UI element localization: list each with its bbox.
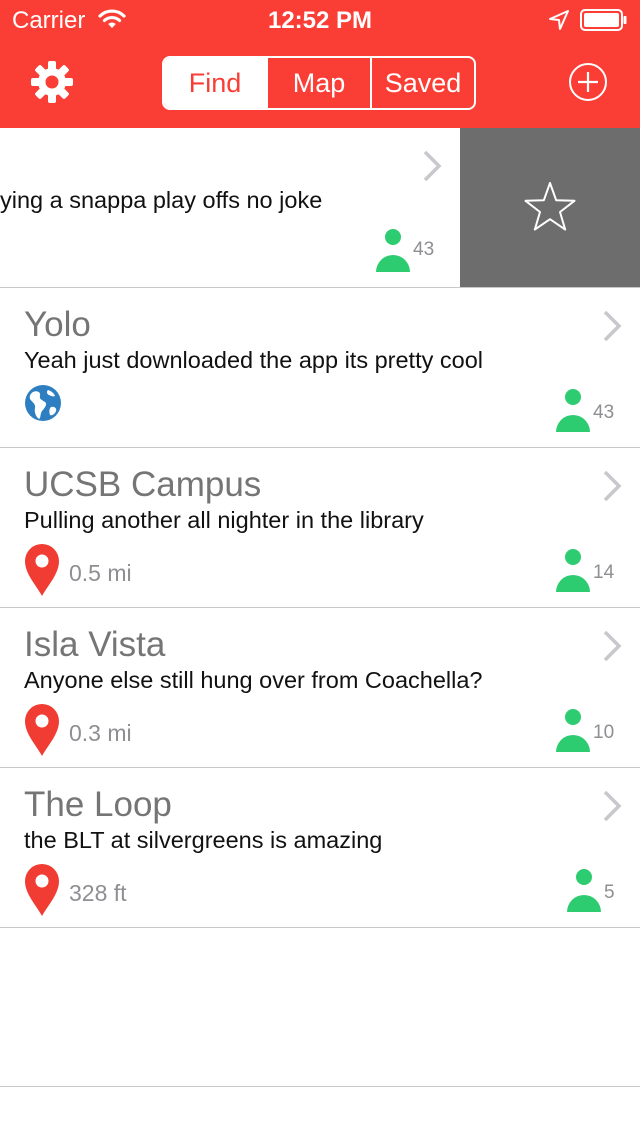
list-item[interactable]: UCSB Campus Pulling another all nighter … [0,448,640,608]
chevron-right-icon [603,310,622,342]
list-item[interactable]: Yolo Yeah just downloaded the app its pr… [0,288,640,448]
row-title: Yolo [24,305,91,344]
list-item[interactable]: The Loop the BLT at silvergreens is amaz… [0,768,640,928]
distance-label: 328 ft [69,880,127,906]
row-title: Isla Vista [24,625,166,664]
tab-map[interactable]: Map [266,58,370,108]
chevron-right-icon [603,630,622,662]
location-pin-icon [25,864,59,916]
tab-saved[interactable]: Saved [370,58,474,108]
row-message: Anyone else still hung over from Coachel… [24,667,483,693]
distance-label: 0.3 mi [69,720,132,746]
row-message: Yeah just downloaded the app its pretty … [24,347,484,373]
list-item[interactable]: Isla Vista Anyone else still hung over f… [0,608,640,768]
location-pin-icon [25,544,59,596]
member-count: 43 [593,402,615,423]
view-segmented-control: Find Map Saved [162,56,476,110]
battery-icon [580,9,627,31]
status-bar: Carrier 12:52 PM [0,0,640,40]
location-arrow-icon [549,10,569,30]
clock: 12:52 PM [267,7,373,34]
member-count: 14 [593,562,615,583]
app-header: Carrier 12:52 PM Find Map Saved [0,0,640,128]
row-message: Pulling another all nighter in the libra… [24,507,424,533]
list-item-swiped[interactable]: ying a snappa play offs no joke 43 [0,128,640,288]
globe-icon [25,385,61,421]
chevron-right-icon [603,470,622,502]
person-icon [376,229,410,272]
person-icon [567,869,601,912]
person-icon [556,709,590,752]
add-post-icon[interactable] [568,62,608,102]
member-count: 10 [593,722,615,743]
distance-label: 0.5 mi [69,560,132,586]
row-message: ying a snappa play offs no joke [0,187,323,213]
member-count: 5 [604,882,615,903]
row-title: UCSB Campus [24,465,262,504]
chevron-right-icon [603,790,622,822]
chevron-right-icon [423,150,442,182]
person-icon [556,389,590,432]
row-title: The Loop [24,785,172,824]
star-icon [524,182,576,231]
location-pin-icon [25,704,59,756]
tab-find[interactable]: Find [164,58,266,108]
settings-gear-icon[interactable] [30,60,74,104]
swiped-row-content: ying a snappa play offs no joke 43 [0,128,460,287]
save-star-button[interactable] [460,128,640,287]
feed-list: ying a snappa play offs no joke 43 Yolo … [0,128,640,928]
bottom-divider [0,1086,640,1087]
member-count: 43 [413,239,435,260]
person-icon [556,549,590,592]
row-message: the BLT at silvergreens is amazing [24,827,383,853]
